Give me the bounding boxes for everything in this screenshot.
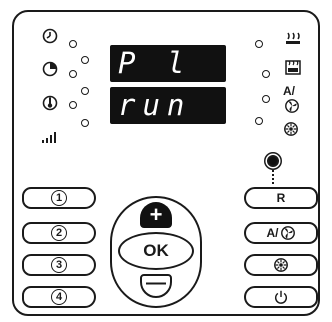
led-signal [81,119,89,127]
led-thermo-2 [69,101,77,109]
program-button-2[interactable]: 2 [22,222,96,244]
auto-fan-indicator: A/ [281,84,305,116]
led-clock [69,40,77,48]
led-heat-grid [262,70,270,78]
auto-fan-label: A/ [283,84,295,98]
display-line-2: run [118,89,192,122]
thermometer-icon [41,94,59,112]
program-label-3: 3 [51,257,67,273]
display-bottom: run [110,87,226,124]
led-timer [81,56,89,64]
power-icon [273,289,289,305]
led-fan-speed [255,117,263,125]
program-label-4: 4 [51,289,67,305]
heat-waves-icon [284,30,302,48]
reset-label: R [276,191,286,205]
timer-quarter-icon [41,60,59,78]
program-label-1: 1 [51,190,67,206]
program-label-2: 2 [51,225,67,241]
auto-fan-icon [284,98,300,114]
plus-button[interactable]: + [140,202,172,228]
power-button[interactable] [244,286,318,308]
clock-icon [41,27,59,45]
auto-fan-button-label: A/ [266,226,279,240]
reset-dotted-line [272,170,274,184]
led-thermo [81,87,89,95]
auto-fan-button[interactable]: A/ [244,222,318,244]
display-top: P l [110,45,226,82]
program-button-3[interactable]: 3 [22,254,96,276]
led-timer-2 [69,70,77,78]
program-button-1[interactable]: 1 [22,187,96,209]
reset-indicator-dot [267,155,279,167]
heat-grid-icon [284,59,302,77]
reset-button[interactable]: R [244,187,318,209]
led-auto-fan [262,95,270,103]
display-line-1: P l [118,47,192,80]
fan-icon [280,225,296,241]
ok-button[interactable]: OK [118,232,194,270]
led-heat-waves [255,40,263,48]
fan-speed-button-icon [273,257,289,273]
fan-speed-icon [283,121,299,137]
fan-speed-button[interactable] [244,254,318,276]
program-button-4[interactable]: 4 [22,286,96,308]
signal-bars-icon [40,127,60,145]
